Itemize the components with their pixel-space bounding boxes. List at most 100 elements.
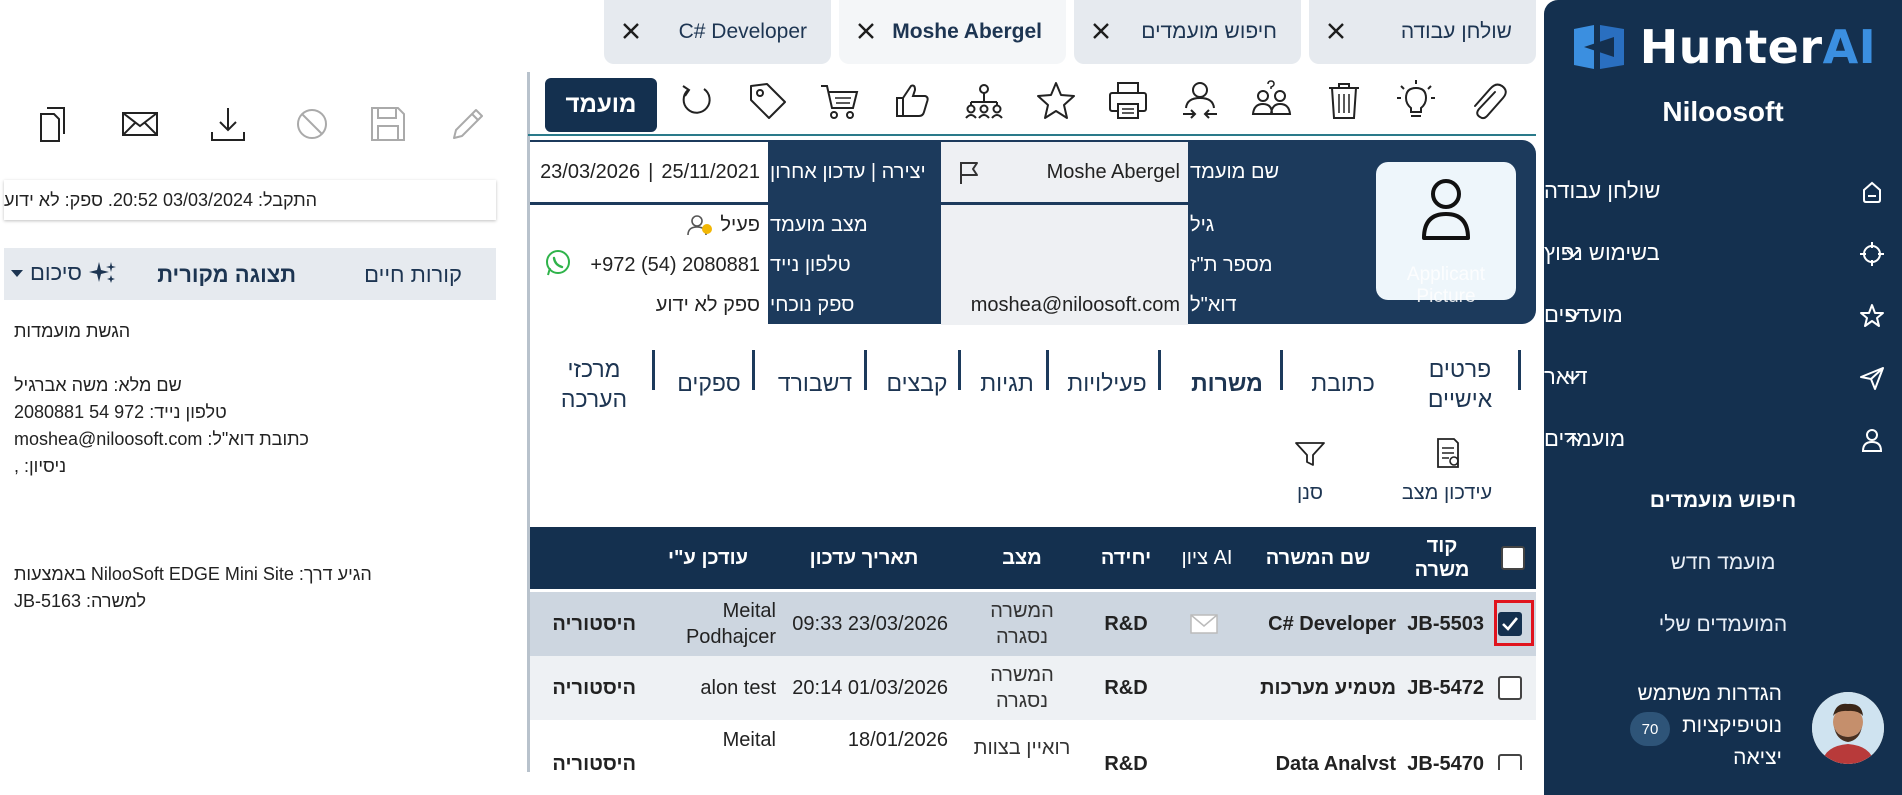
merge-user-icon[interactable]: [1177, 78, 1223, 124]
history-link[interactable]: היסטוריה: [536, 656, 636, 720]
sidebar-item-mail[interactable]: דואר: [1544, 346, 1902, 408]
dates-value: 23/03/2026 | 25/11/2021: [530, 142, 768, 202]
tab-desk[interactable]: שולחן עבודה: [1309, 0, 1536, 64]
header-job-name[interactable]: שם המשרה: [1240, 527, 1396, 589]
trash-icon[interactable]: [1321, 78, 1367, 124]
sidebar-subitem-new-candidate[interactable]: מועמד חדש: [1544, 532, 1902, 594]
tab-label: C# Developer: [678, 20, 807, 43]
cart-icon[interactable]: [817, 78, 863, 124]
pencil-icon[interactable]: [448, 104, 488, 144]
tab-personal-details[interactable]: פרטים אישיים: [1412, 354, 1508, 414]
avatar[interactable]: [1812, 692, 1884, 764]
table-row[interactable]: JB-5472 מטמיע מערכות R&D המשרה נסגרה 01/…: [530, 656, 1536, 720]
tab-files[interactable]: קבצים: [880, 368, 954, 398]
cell-job-code[interactable]: JB-5470: [1400, 732, 1484, 770]
refresh-icon[interactable]: [673, 78, 719, 124]
row-checkbox[interactable]: [1498, 676, 1522, 700]
chevron-down-icon[interactable]: [1564, 244, 1582, 262]
section-separator: [864, 350, 867, 390]
close-icon[interactable]: [855, 20, 877, 42]
row-checkbox[interactable]: [1498, 754, 1522, 770]
chevron-up-icon[interactable]: [1564, 430, 1582, 448]
tab-summary[interactable]: סיכום: [10, 260, 118, 286]
close-icon[interactable]: [1325, 20, 1347, 42]
open-tabs: שולחן עבודה חיפוש מועמדים Moshe Abergel …: [602, 0, 1536, 64]
star-icon[interactable]: [1033, 78, 1079, 124]
tab-label: Moshe Abergel: [892, 20, 1042, 43]
tab-search-candidates[interactable]: חיפוש מועמדים: [1074, 0, 1301, 64]
tab-assessment-centers[interactable]: מרכזי הערכה: [542, 354, 646, 414]
home-icon: [1863, 181, 1881, 203]
select-all-checkbox[interactable]: [1501, 546, 1525, 570]
thumbs-up-icon[interactable]: [889, 78, 935, 124]
tab-dashboard[interactable]: דשבורד: [770, 368, 860, 398]
age-label: גיל: [1190, 213, 1215, 236]
tab-address[interactable]: כתובת: [1298, 368, 1388, 398]
org-chart-icon[interactable]: [961, 78, 1007, 124]
close-icon[interactable]: [620, 20, 642, 42]
block-icon[interactable]: [292, 104, 332, 144]
save-icon[interactable]: [368, 104, 408, 144]
cv-preview-panel: התקבל: 03/03/2024 20:52. ספק: לא ידוע קו…: [0, 0, 500, 795]
cell-job-name[interactable]: מטמיע מערכות: [1240, 656, 1396, 720]
header-update-date[interactable]: תאריך עדכון: [780, 527, 948, 589]
candidate-phone[interactable]: +972 (54) 2080881: [590, 254, 760, 277]
tab-tags[interactable]: תגיות: [972, 368, 1042, 398]
section-separator: [1280, 350, 1283, 390]
cv-line: שם מלא: משה אברגיל: [14, 375, 182, 395]
cell-job-name[interactable]: Data Analyst: [1240, 732, 1396, 770]
history-link[interactable]: היסטוריה: [536, 592, 636, 656]
envelope-icon[interactable]: [120, 104, 160, 144]
table-row[interactable]: JB-5503 C# Developer R&D המשרה נסגרה 23/…: [530, 592, 1536, 656]
cell-job-code[interactable]: JB-5472: [1400, 656, 1484, 720]
jobs-table-header: קוד משרה שם המשרה ציון AI יחידה מצב תארי…: [530, 527, 1536, 589]
flag-icon[interactable]: [957, 160, 981, 186]
sidebar-item-candidates[interactable]: מועמדים: [1544, 408, 1902, 470]
status-label: מצב מועמד: [770, 213, 868, 236]
copy-icon[interactable]: [34, 104, 74, 144]
tab-jobs[interactable]: משרות: [1180, 368, 1274, 398]
header-unit[interactable]: יחידה: [1078, 527, 1174, 589]
logout-link[interactable]: יציאה: [1638, 742, 1782, 774]
header-status[interactable]: מצב: [970, 527, 1074, 589]
paperclip-icon[interactable]: [1465, 78, 1511, 124]
status-update-action[interactable]: עידכון מצב: [1392, 436, 1502, 506]
users-question-icon[interactable]: [1249, 78, 1295, 124]
whatsapp-icon[interactable]: [544, 249, 572, 277]
applicant-picture[interactable]: Applicant Picture: [1376, 162, 1516, 307]
tab-activities[interactable]: פעילויות: [1060, 368, 1154, 398]
sidebar-item-favorites[interactable]: מועדפים: [1544, 284, 1902, 346]
printer-icon[interactable]: [1105, 78, 1151, 124]
tab-job[interactable]: C# Developer: [604, 0, 831, 64]
filter-action[interactable]: סנן: [1286, 436, 1334, 506]
tab-suppliers[interactable]: ספקים: [670, 368, 748, 398]
history-link[interactable]: היסטוריה: [536, 732, 636, 770]
header-ai-score[interactable]: ציון AI: [1176, 527, 1238, 589]
tag-icon[interactable]: [745, 78, 791, 124]
filter-icon: [1295, 442, 1325, 466]
chevron-down-icon[interactable]: [1564, 368, 1582, 386]
table-row[interactable]: JB-5470 Data Analyst R&D רואיין בצוות 18…: [530, 720, 1536, 770]
tab-cv[interactable]: קורות חיים: [364, 262, 462, 288]
envelope-icon[interactable]: [1190, 614, 1218, 634]
cell-job-code[interactable]: JB-5503: [1400, 592, 1484, 656]
chevron-down-icon[interactable]: [1564, 306, 1582, 324]
candidate-status-button[interactable]: מועמד: [545, 78, 657, 132]
close-icon[interactable]: [1090, 20, 1112, 42]
header-updated-by[interactable]: עודכן ע"י: [640, 527, 776, 589]
sidebar-subitem-my-candidates[interactable]: המועמדים שלי: [1544, 594, 1902, 656]
user-settings-link[interactable]: הגדרות משתמש: [1638, 678, 1782, 710]
logo[interactable]: HunterAI: [1544, 18, 1902, 76]
sidebar-item-common[interactable]: בשימוש נפוץ: [1544, 222, 1902, 284]
cell-job-name[interactable]: C# Developer: [1240, 592, 1396, 656]
cell-updated-by: alon test: [700, 677, 776, 699]
header-job-code[interactable]: קוד משרה: [1400, 527, 1484, 589]
lightbulb-icon[interactable]: [1393, 78, 1439, 124]
sidebar-subitem-search-candidates[interactable]: חיפוש מועמדים: [1544, 470, 1902, 532]
email-value[interactable]: moshea@niloosoft.com: [941, 285, 1188, 325]
tab-candidate[interactable]: Moshe Abergel: [839, 0, 1066, 64]
cell-unit: R&D: [1104, 753, 1148, 770]
download-icon[interactable]: [208, 104, 248, 144]
sidebar-item-desk[interactable]: שולחן עבודה: [1544, 160, 1902, 222]
tab-original-view[interactable]: תצוגה מקורית: [157, 262, 296, 288]
